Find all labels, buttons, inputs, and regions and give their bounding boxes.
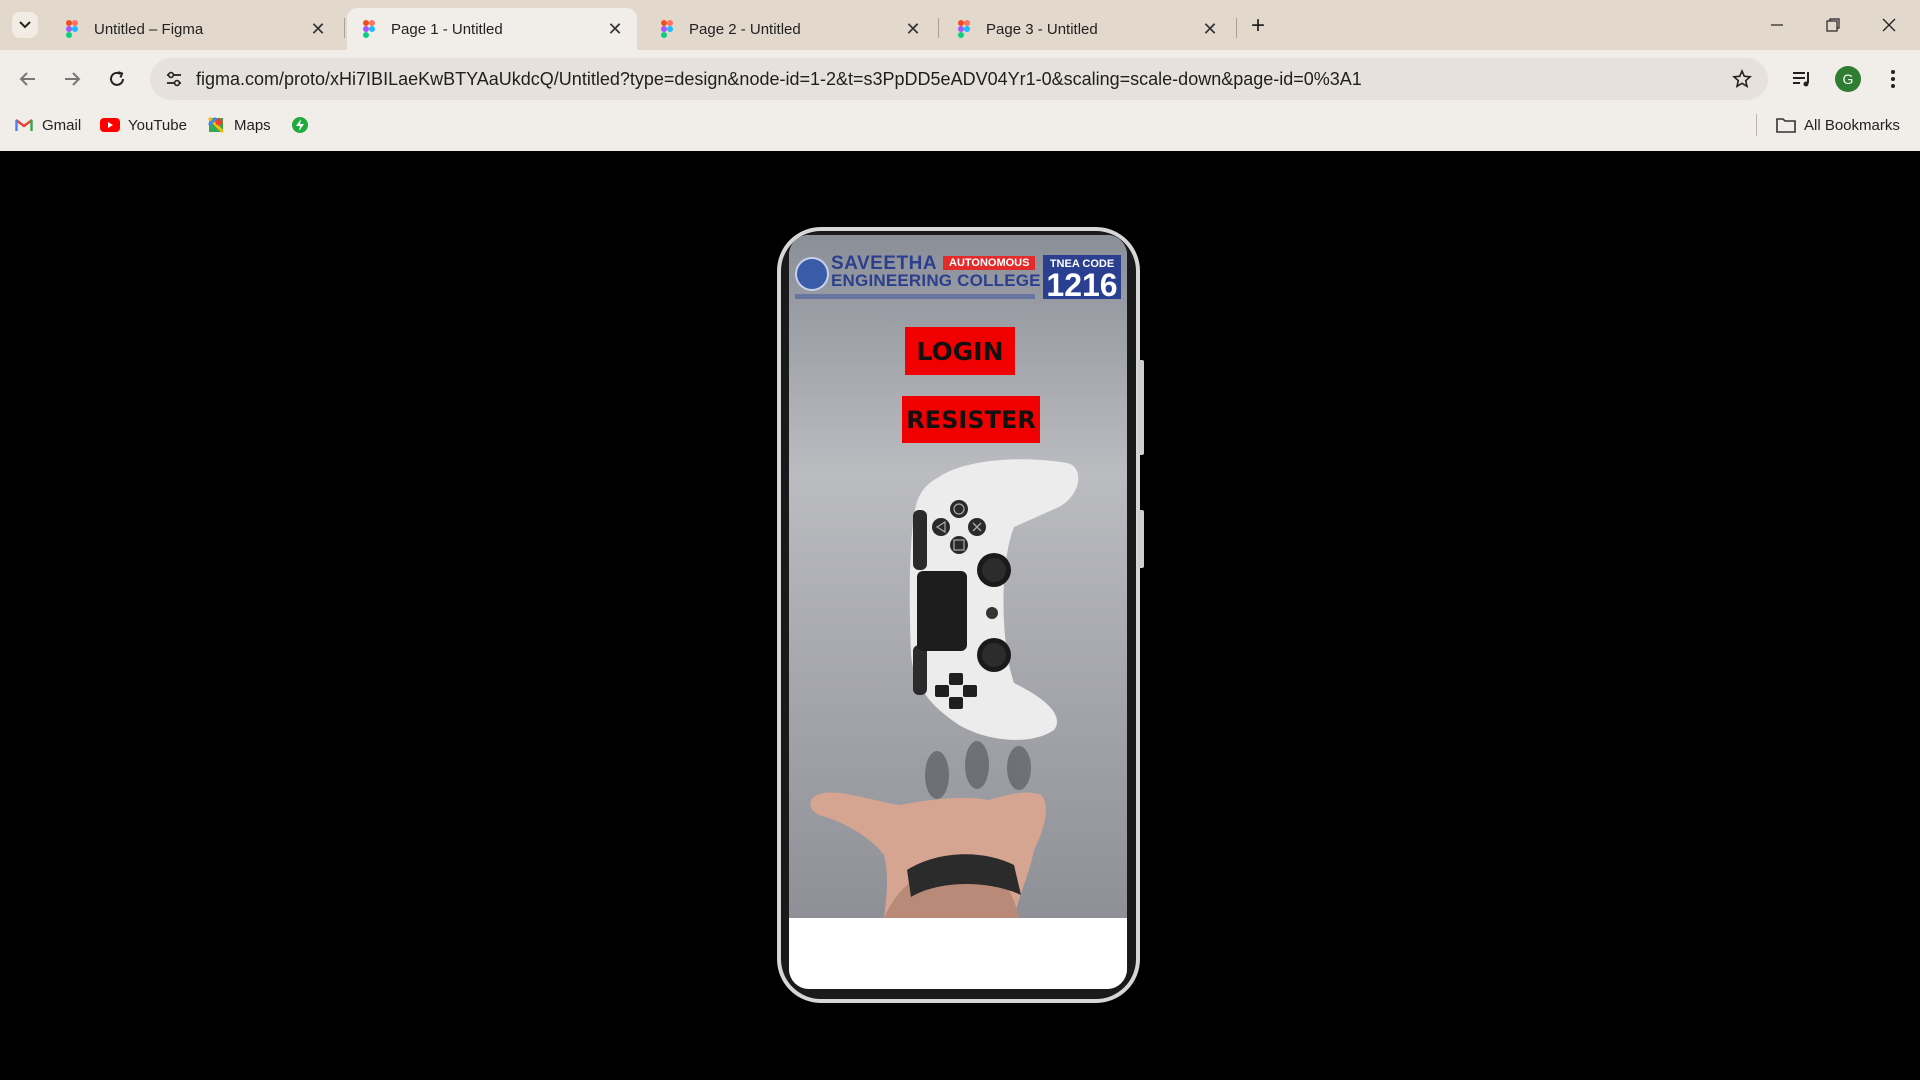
minimize-icon (1771, 24, 1783, 26)
arrow-left-icon (19, 72, 35, 86)
game-controller-hand-image (810, 459, 1079, 918)
chevron-down-icon (19, 21, 31, 29)
bookmark-star-button[interactable] (1730, 67, 1754, 91)
close-icon[interactable]: ✕ (605, 19, 625, 39)
tab-page-2[interactable]: Page 2 - Untitled ✕ (645, 8, 935, 50)
college-banner: SAVEETHA ENGINEERING COLLEGE AUTONOMOUS … (789, 253, 1127, 305)
bolt-icon (290, 116, 310, 134)
bookmark-label: Gmail (42, 116, 82, 134)
url-text[interactable]: figma.com/proto/xHi7IBILaeKwBTYAaUkdcQ/U… (196, 69, 1362, 90)
tune-icon (167, 71, 181, 87)
all-bookmarks-button[interactable]: All Bookmarks (1776, 113, 1900, 137)
phone-side-button (1138, 360, 1144, 455)
college-name-line2: ENGINEERING COLLEGE (831, 271, 1041, 290)
new-tab-button[interactable]: + (1244, 12, 1272, 40)
restore-button[interactable] (1810, 10, 1856, 40)
close-icon[interactable]: ✕ (308, 19, 328, 39)
tnea-code: 1216 (1046, 267, 1118, 303)
reload-icon (110, 71, 124, 86)
bookmark-label: YouTube (128, 116, 187, 134)
screen-bottom-panel (789, 918, 1127, 989)
tab-title: Untitled – Figma (94, 20, 204, 38)
tab-title: Page 3 - Untitled (986, 20, 1098, 38)
tab-title: Page 1 - Untitled (391, 20, 503, 38)
phone-side-button (1138, 510, 1144, 568)
close-icon[interactable]: ✕ (1200, 19, 1220, 39)
college-seal-logo (795, 257, 829, 291)
playlist-icon (1793, 72, 1809, 87)
login-button[interactable]: LOGIN (905, 327, 1015, 375)
bookmark-label: Maps (234, 116, 271, 134)
back-button[interactable] (12, 63, 44, 95)
bookmark-maps[interactable]: Maps (206, 113, 271, 137)
figma-icon (361, 20, 377, 38)
close-window-button[interactable] (1866, 10, 1912, 40)
bookmark-label: All Bookmarks (1804, 116, 1900, 134)
address-bar[interactable]: figma.com/proto/xHi7IBILaeKwBTYAaUkdcQ/U… (150, 58, 1768, 100)
tab-page-1[interactable]: Page 1 - Untitled ✕ (347, 8, 637, 50)
browser-menu-button[interactable] (1878, 64, 1908, 94)
plus-icon: + (1250, 12, 1265, 39)
arrow-right-icon (65, 72, 81, 86)
bookmark-gmail[interactable]: Gmail (14, 113, 81, 137)
register-button[interactable]: RESISTER (902, 396, 1040, 443)
bookmark-youtube[interactable]: YouTube (100, 113, 187, 137)
folder-icon (1776, 116, 1796, 134)
restore-icon (1826, 18, 1840, 32)
media-control-button[interactable] (1787, 64, 1817, 94)
tnea-code-badge: TNEA CODE 1216 (1043, 255, 1121, 303)
youtube-icon (100, 116, 120, 134)
figma-icon (64, 20, 80, 38)
minimize-button[interactable] (1754, 10, 1800, 40)
college-tagline-strip (795, 294, 1035, 299)
bookmarks-divider (1756, 114, 1757, 136)
tab-title: Page 2 - Untitled (689, 20, 801, 38)
more-vert-icon (1891, 70, 1895, 88)
gmail-icon (14, 116, 34, 134)
profile-avatar[interactable]: G (1835, 66, 1861, 92)
maps-icon (206, 116, 226, 134)
close-icon[interactable]: ✕ (903, 19, 923, 39)
close-icon (1882, 18, 1896, 32)
tab-search-button[interactable] (12, 12, 38, 38)
phone-screen: SAVEETHA ENGINEERING COLLEGE AUTONOMOUS … (789, 235, 1127, 989)
figma-icon (956, 20, 972, 38)
reload-button[interactable] (101, 63, 133, 95)
site-info-button[interactable] (160, 65, 188, 93)
figma-icon (659, 20, 675, 38)
tab-strip: Untitled – Figma ✕ Page 1 - Untitled ✕ P… (0, 0, 1920, 50)
tab-page-3[interactable]: Page 3 - Untitled ✕ (942, 8, 1232, 50)
browser-chrome: Untitled – Figma ✕ Page 1 - Untitled ✕ P… (0, 0, 1920, 151)
tab-untitled-figma[interactable]: Untitled – Figma ✕ (50, 8, 340, 50)
autonomous-badge: AUTONOMOUS (943, 256, 1036, 270)
bookmark-extension[interactable] (290, 113, 318, 137)
forward-button[interactable] (56, 63, 88, 95)
star-icon (1732, 69, 1752, 88)
